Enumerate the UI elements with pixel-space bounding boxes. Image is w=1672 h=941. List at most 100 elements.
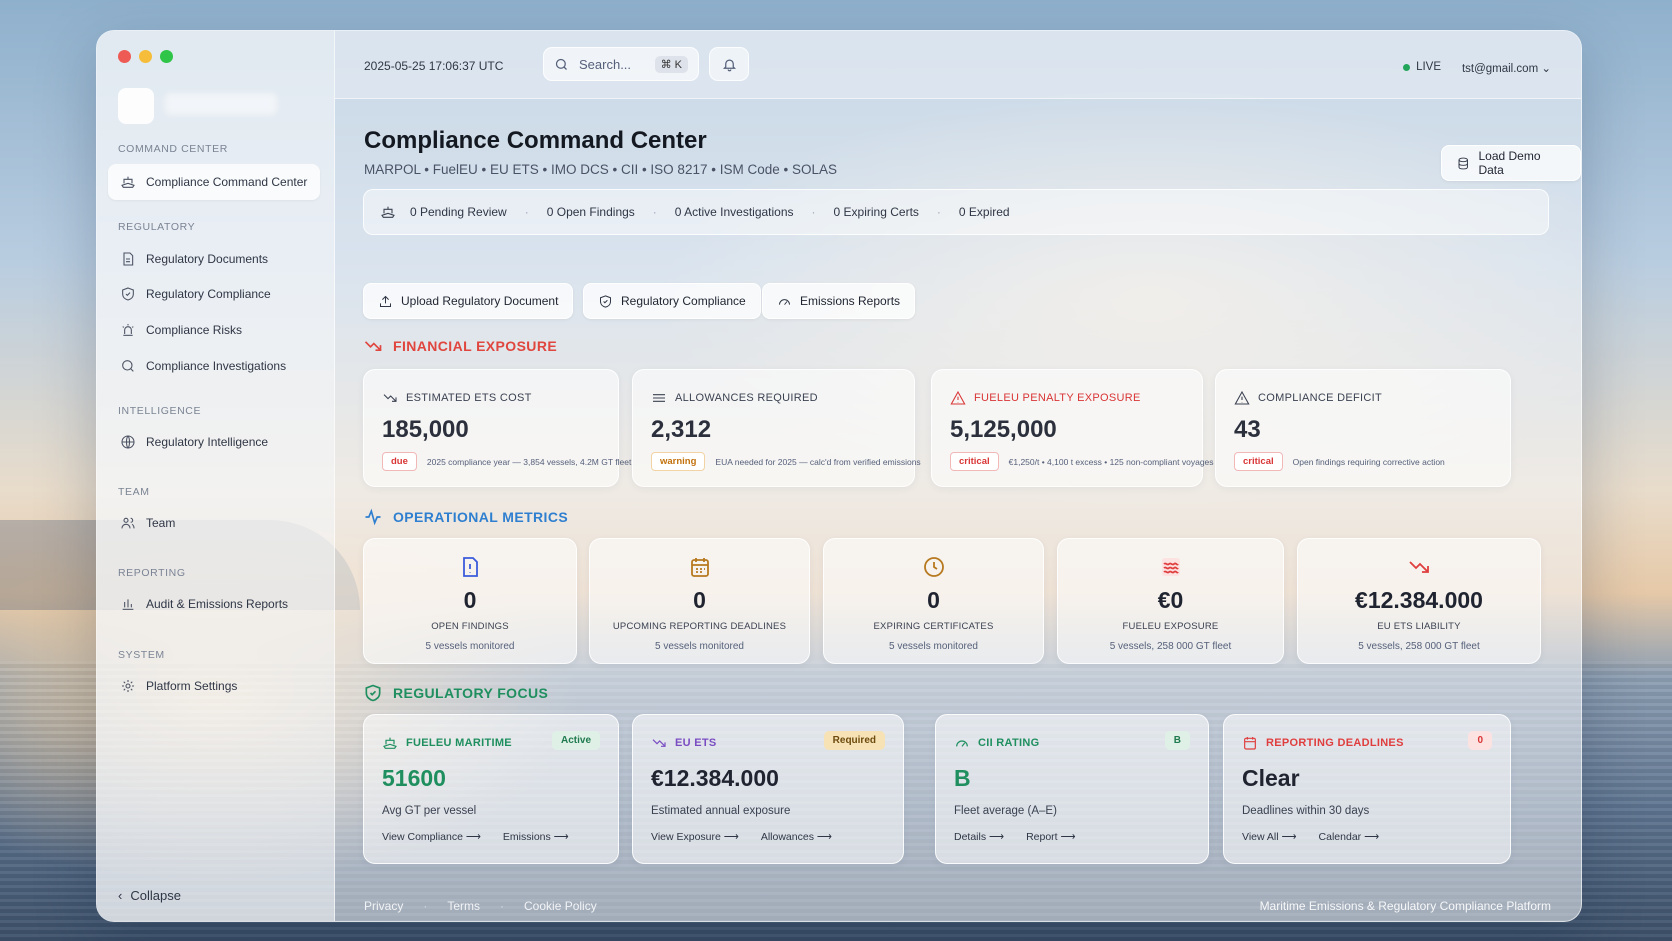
sidebar-item-platform-settings[interactable]: Platform Settings: [108, 668, 320, 704]
allowances-required-card[interactable]: ALLOWANCES REQUIRED 2,312 warning EUA nee…: [632, 369, 921, 487]
search-icon: [555, 58, 567, 70]
metric-value: 0: [927, 587, 940, 613]
allowances-link[interactable]: Allowances ⟶: [761, 831, 832, 843]
section-team: TEAM: [118, 486, 150, 498]
privacy-link[interactable]: Privacy: [364, 899, 403, 913]
calendar-icon: [1244, 737, 1256, 750]
card-value: €12.384.000: [651, 765, 779, 791]
notifications-button[interactable]: [709, 47, 749, 81]
card-label-text: ALLOWANCES REQUIRED: [675, 392, 818, 404]
metric-icon-wrap: [364, 555, 576, 579]
search-shortcut: ⌘ K: [654, 55, 688, 73]
stat-pending-review: 0 Pending Review: [410, 205, 507, 219]
section-reporting: REPORTING: [118, 567, 186, 579]
section-regulatory: REGULATORY: [118, 221, 196, 233]
globe-icon: [121, 435, 135, 449]
fueleu-maritime-card[interactable]: FUELEU MARITIME Active 51600 Avg GT per …: [363, 714, 619, 864]
status-badge: critical: [1234, 452, 1283, 471]
sidebar-item-regulatory-documents[interactable]: Regulatory Documents: [108, 241, 320, 277]
eu-ets-liability-metric[interactable]: €12.384.000 EU ETS LIABILITY 5 vessels, …: [1297, 538, 1541, 664]
minimize-window-button[interactable]: [139, 50, 152, 63]
card-value: Clear: [1242, 765, 1300, 791]
open-findings-metric[interactable]: 0 OPEN FINDINGS 5 vessels monitored: [363, 538, 577, 664]
reporting-deadlines-card[interactable]: REPORTING DEADLINES 0 Clear Deadlines wi…: [1223, 714, 1511, 864]
stat-open-findings: 0 Open Findings: [546, 205, 635, 219]
eu-ets-card[interactable]: EU ETS Required €12.384.000 Estimated an…: [632, 714, 904, 864]
regulatory-focus-header: REGULATORY FOCUS: [363, 683, 548, 703]
card-desc: Fleet average (A–E): [954, 805, 1057, 817]
card-value: 5,125,000: [950, 416, 1057, 443]
metric-sub: 5 vessels, 258 000 GT fleet: [1109, 641, 1232, 652]
card-label-text: COMPLIANCE DEFICIT: [1258, 392, 1382, 404]
user-menu[interactable]: tst@gmail.com ⌄: [1462, 61, 1551, 75]
regulatory-focus-title: REGULATORY FOCUS: [393, 685, 549, 701]
card-label: FUELEU PENALTY EXPOSURE: [950, 390, 1141, 406]
card-value: 51600: [382, 765, 446, 791]
compliance-deficit-card[interactable]: COMPLIANCE DEFICIT 43 critical Open findi…: [1215, 369, 1511, 487]
gauge-icon: [956, 740, 968, 747]
live-indicator: LIVE: [1403, 61, 1441, 73]
emissions-link[interactable]: Emissions ⟶: [503, 831, 569, 843]
view-exposure-link[interactable]: View Exposure ⟶: [651, 831, 739, 843]
fueleu-penalty-exposure-card[interactable]: FUELEU PENALTY EXPOSURE 5,125,000 critic…: [931, 369, 1214, 487]
sidebar-item-regulatory-intelligence[interactable]: Regulatory Intelligence: [108, 424, 320, 460]
card-label: COMPLIANCE DEFICIT: [1234, 390, 1382, 406]
close-window-button[interactable]: [118, 50, 131, 63]
load-demo-data-button[interactable]: Load Demo Data: [1441, 145, 1581, 181]
terms-link[interactable]: Terms: [447, 899, 480, 913]
status-badge: critical: [950, 452, 999, 471]
traffic-lights: [118, 50, 173, 63]
regulatory-compliance-button[interactable]: Regulatory Compliance: [583, 283, 761, 319]
view-all-link[interactable]: View All ⟶: [1242, 831, 1297, 843]
cii-rating-card[interactable]: CII RATING B B Fleet average (A–E) Detai…: [935, 714, 1209, 864]
details-link[interactable]: Details ⟶: [954, 831, 1004, 843]
stat-expiring-certs: 0 Expiring Certs: [833, 205, 919, 219]
upcoming-reporting-deadlines-metric[interactable]: 0 UPCOMING REPORTING DEADLINES 5 vessels…: [589, 538, 810, 664]
card-header: REPORTING DEADLINES: [1242, 735, 1404, 751]
upload-icon: [380, 295, 391, 307]
load-demo-label: Load Demo Data: [1478, 149, 1541, 177]
card-title: REPORTING DEADLINES: [1266, 737, 1404, 749]
card-header: EU ETS: [651, 735, 717, 751]
upload-regulatory-document-button[interactable]: Upload Regulatory Document: [363, 283, 574, 319]
search-input[interactable]: Search... ⌘ K: [543, 47, 699, 81]
collapse-button[interactable]: ‹ Collapse: [118, 888, 181, 903]
emissions-reports-button[interactable]: Emissions Reports: [762, 283, 916, 319]
file-alert-icon: [463, 557, 478, 577]
user-email: tst@gmail.com: [1461, 63, 1539, 75]
footer-tagline: Maritime Emissions & Regulatory Complian…: [1259, 899, 1551, 913]
fueleu-exposure-metric[interactable]: €0 FUELEU EXPOSURE 5 vessels, 258 000 GT…: [1057, 538, 1284, 664]
view-compliance-link[interactable]: View Compliance ⟶: [382, 831, 481, 843]
card-value: 185,000: [382, 416, 469, 443]
bell-icon: [722, 59, 736, 71]
sidebar-item-compliance-investigations[interactable]: Compliance Investigations: [108, 348, 320, 384]
card-links: View Compliance ⟶ Emissions ⟶: [382, 831, 569, 843]
status-badge: Required: [823, 731, 885, 750]
database-icon: [1458, 157, 1468, 169]
card-title: FUELEU MARITIME: [406, 737, 512, 749]
card-title: EU ETS: [675, 737, 717, 749]
sidebar-item-label: Audit & Emissions Reports: [146, 597, 289, 611]
cookie-policy-link[interactable]: Cookie Policy: [524, 899, 597, 913]
activity-icon: [365, 508, 381, 526]
sidebar-item-label: Regulatory Intelligence: [146, 435, 269, 449]
card-value: 43: [1234, 416, 1261, 443]
card-footer: due 2025 compliance year — 3,854 vessels,…: [382, 452, 631, 471]
sidebar-item-team[interactable]: Team: [108, 505, 320, 541]
maximize-window-button[interactable]: [160, 50, 173, 63]
status-badge: Active: [551, 731, 600, 750]
app-logo[interactable]: [118, 88, 154, 124]
search-icon: [122, 360, 134, 372]
report-link[interactable]: Report ⟶: [1026, 831, 1076, 843]
sidebar-item-label: Compliance Risks: [146, 323, 243, 337]
card-desc: Estimated annual exposure: [651, 805, 791, 817]
sidebar-item-audit-emissions-reports[interactable]: Audit & Emissions Reports: [108, 586, 320, 622]
shield-icon: [600, 294, 611, 308]
sidebar-item-command-center[interactable]: Compliance Command Center: [108, 164, 320, 200]
estimated-ets-cost-card[interactable]: ESTIMATED ETS COST 185,000 due 2025 compl…: [363, 369, 631, 487]
brand-name-blurred: [165, 93, 277, 115]
expiring-certificates-metric[interactable]: 0 EXPIRING CERTIFICATES 5 vessels monito…: [823, 538, 1044, 664]
sidebar-item-regulatory-compliance[interactable]: Regulatory Compliance: [108, 276, 320, 312]
calendar-link[interactable]: Calendar ⟶: [1319, 831, 1380, 843]
sidebar-item-compliance-risks[interactable]: Compliance Risks: [108, 312, 320, 348]
